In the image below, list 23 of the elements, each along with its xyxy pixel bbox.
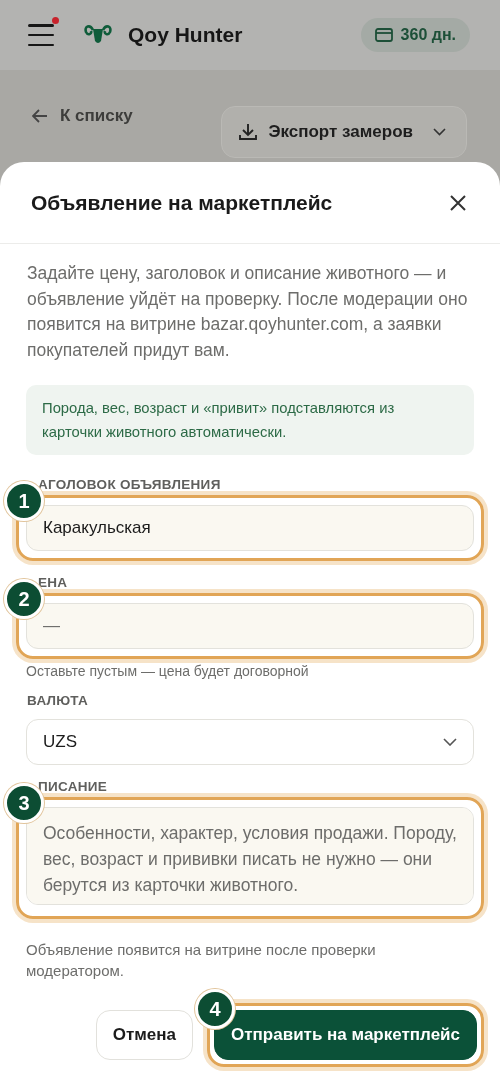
intro-text: Задайте цену, заголовок и описание животного — и объявление уйдёт на проверку. После модерации оно появится на витрине bazar.qoyhunter.com, а заявки покупателей придут вам.: [27, 262, 469, 362]
menu-icon[interactable]: [28, 24, 54, 46]
currency-select[interactable]: UZS: [26, 719, 474, 765]
card-icon: [374, 28, 393, 42]
chevron-down-icon: [433, 128, 446, 136]
days-left: 360 дн.: [400, 26, 456, 44]
subscription-badge[interactable]: 360 дн.: [360, 18, 470, 52]
back-link[interactable]: К списку: [32, 106, 133, 126]
arrow-left-icon: [32, 109, 48, 123]
moderation-note: Объявление появится на витрине после проверки модератором.: [26, 940, 377, 981]
export-button[interactable]: Экспорт замеров: [221, 106, 467, 158]
brand-name: Qoy Hunter: [128, 23, 244, 47]
select-value: UZS: [43, 732, 77, 752]
dialog-title: Объявление на маркетплейс: [31, 190, 333, 215]
download-icon: [238, 123, 259, 141]
close-icon[interactable]: [450, 194, 466, 211]
ram-logo-icon: [84, 24, 112, 46]
cancel-button[interactable]: Отмена: [95, 1010, 194, 1060]
field-label: ВАЛЮТА: [26, 693, 89, 710]
step-badge: 4: [195, 989, 236, 1029]
info-note: Порода, вес, возраст и «привит» подставляются из карточки животного автоматически.: [26, 385, 474, 455]
chevron-down-icon: [443, 738, 457, 746]
field-hint: Оставьте пустым — цена будет договорной: [26, 663, 310, 679]
